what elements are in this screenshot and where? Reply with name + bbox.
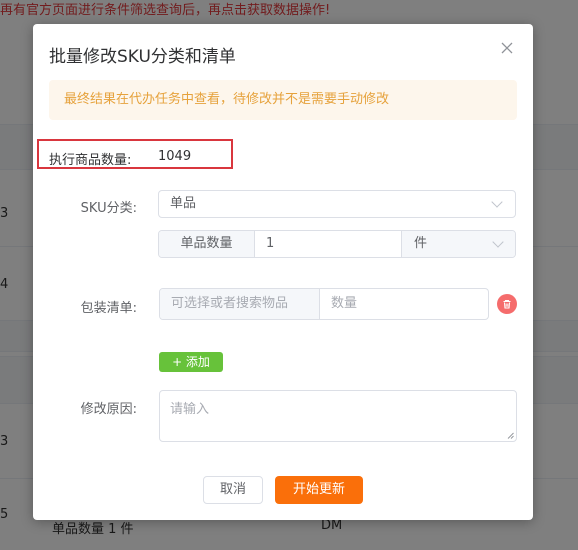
notice-alert: 最终结果在代办任务中查看，待修改并不是需要手动修改 (49, 80, 517, 120)
edit-reason-placeholder: 请输入 (170, 402, 210, 417)
unit-select-value: 件 (414, 236, 428, 251)
unit-quantity-group: 单品数量 1 件 (158, 230, 516, 258)
trash-icon (503, 299, 511, 309)
unit-select[interactable]: 件 (401, 231, 515, 257)
item-count-label: 执行商品数量: (49, 153, 132, 168)
add-item-button[interactable]: + 添加 (159, 352, 223, 372)
chevron-down-icon (491, 196, 503, 208)
sku-category-label: SKU分类: (80, 201, 137, 216)
packing-item-select[interactable]: 可选择或者搜索物品 (160, 289, 320, 319)
chevron-down-icon (492, 236, 504, 248)
dialog-title: 批量修改SKU分类和清单 (49, 47, 236, 67)
edit-reason-label: 修改原因: (80, 402, 137, 417)
packing-list-label: 包装清单: (80, 301, 137, 316)
cancel-button[interactable]: 取消 (203, 476, 263, 504)
notice-text: 最终结果在代办任务中查看，待修改并不是需要手动修改 (64, 92, 390, 107)
packing-quantity-input[interactable]: 数量 (320, 289, 488, 319)
start-update-button[interactable]: 开始更新 (275, 476, 363, 504)
delete-packing-button[interactable] (497, 294, 517, 314)
unit-quantity-input[interactable]: 1 (255, 231, 401, 257)
batch-edit-dialog: 批量修改SKU分类和清单 最终结果在代办任务中查看，待修改并不是需要手动修改 执… (33, 24, 533, 520)
item-count-value: 1049 (158, 149, 192, 164)
resize-handle-icon[interactable] (507, 432, 514, 439)
unit-quantity-prefix: 单品数量 (159, 231, 255, 257)
sku-category-value: 单品 (170, 196, 197, 211)
edit-reason-textarea[interactable]: 请输入 (159, 390, 517, 442)
close-icon[interactable] (497, 38, 517, 58)
sku-category-select[interactable]: 单品 (158, 190, 516, 218)
packing-list-row: 可选择或者搜索物品 数量 (159, 288, 489, 320)
